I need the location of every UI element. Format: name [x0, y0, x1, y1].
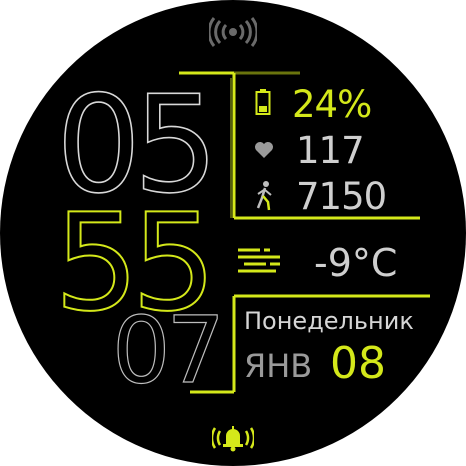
step-count: 7150 [296, 175, 387, 218]
watch-face: 05 55 07 24% 117 7150 -9°C Понедельник Я… [0, 0, 466, 466]
weekday-label: Понедельник [244, 307, 414, 335]
heart-icon[interactable] [254, 141, 274, 159]
battery-icon[interactable] [255, 88, 271, 116]
day-of-month: 08 [330, 338, 386, 389]
month-label: ЯНВ [244, 347, 313, 385]
second-display: 07 [111, 297, 225, 404]
fog-icon[interactable] [236, 247, 282, 273]
heart-rate: 117 [296, 129, 365, 172]
walking-person-icon[interactable] [252, 180, 278, 212]
alarm-bell-icon[interactable] [212, 423, 254, 453]
battery-level: 24% [292, 83, 372, 126]
temperature: -9°C [314, 241, 398, 285]
